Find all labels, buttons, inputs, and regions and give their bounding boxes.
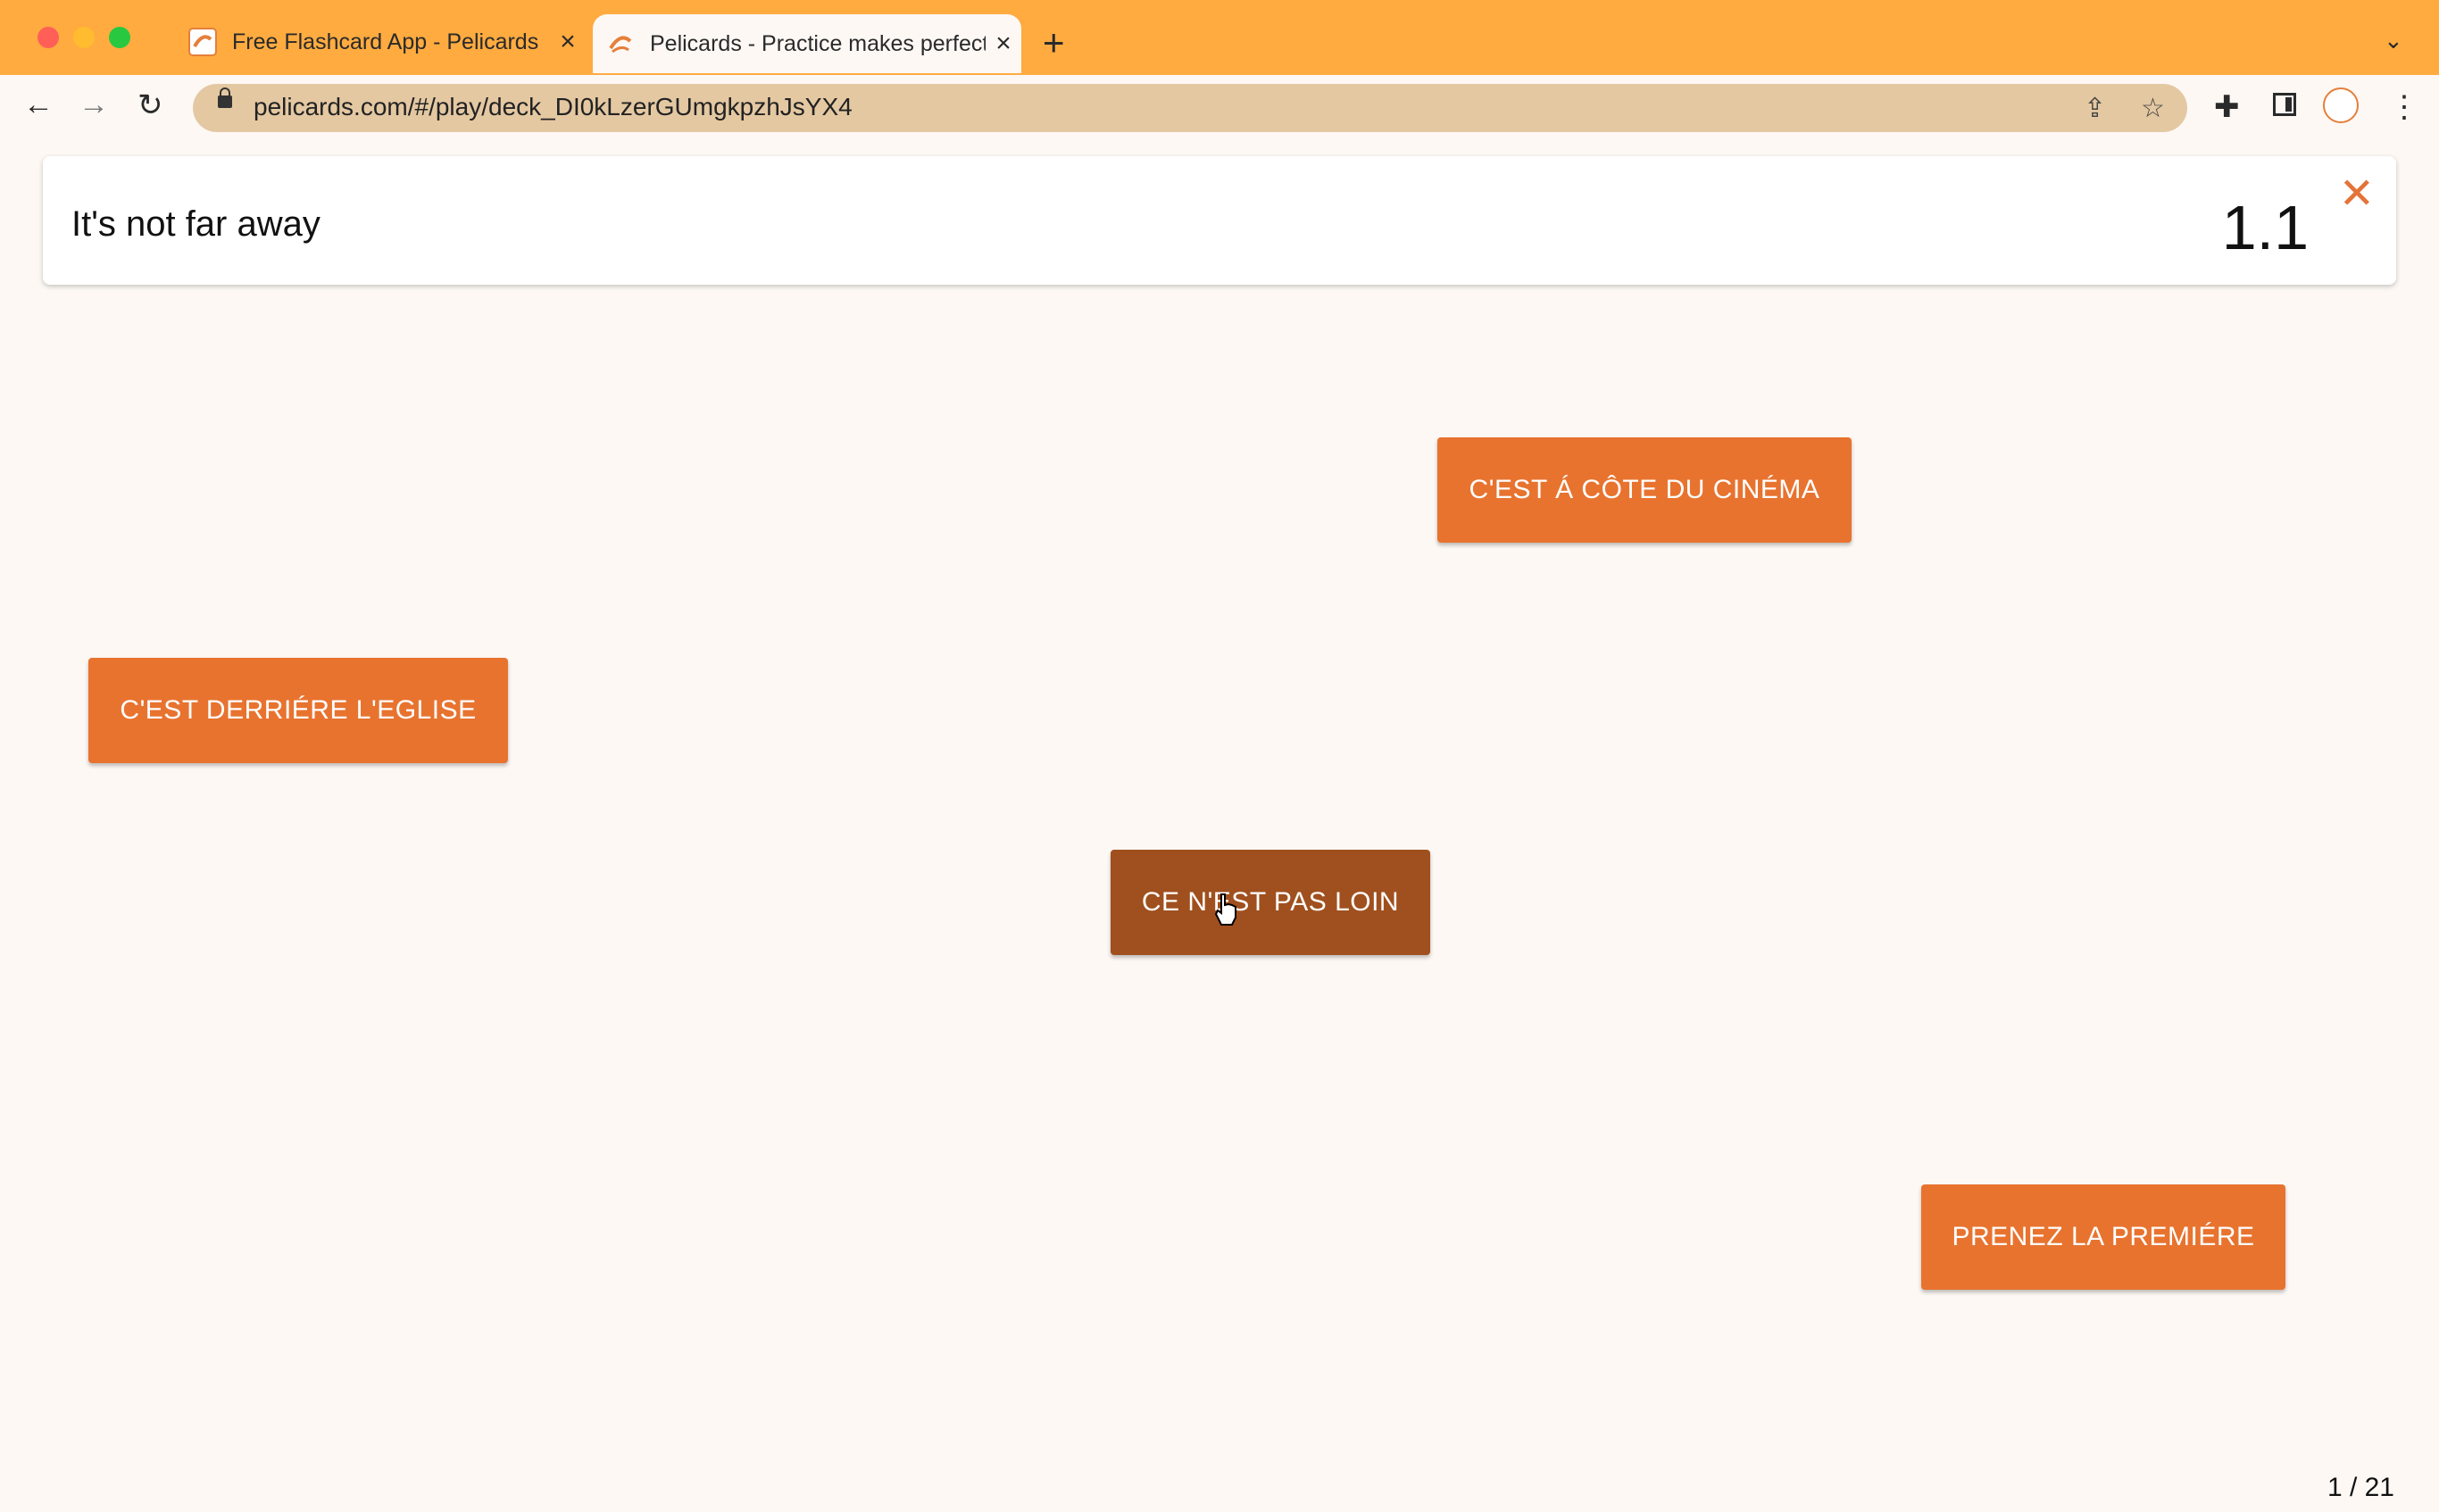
reload-icon[interactable]: ↻ [137,87,163,123]
answer-button[interactable]: PRENEZ LA PREMIÉRE [1921,1184,2285,1290]
pointer-hand-icon [1214,893,1236,926]
level-indicator: 1.1 [2221,193,2309,262]
minimize-window-button[interactable] [73,27,95,48]
lock-icon [218,87,232,108]
chevron-down-icon[interactable]: ⌄ [2384,27,2403,54]
forward-arrow-icon[interactable]: → [79,87,109,122]
question-card: It's not far away 1.1 ✕ [43,156,2396,285]
menu-kebab-icon[interactable]: ⋮ [2389,89,2419,125]
pelicards-favicon-icon [609,36,632,54]
back-arrow-icon[interactable]: ← [23,87,54,122]
close-icon[interactable]: ✕ [2339,169,2375,219]
answer-button[interactable]: C'EST DERRIÉRE L'EGLISE [88,658,508,763]
bookmark-star-icon[interactable]: ☆ [2141,93,2165,124]
close-window-button[interactable] [37,27,59,48]
close-tab-icon[interactable]: × [550,27,586,57]
tab-title: Pelicards - Practice makes perfect [650,30,986,56]
progress-counter: 1 / 21 [2327,1473,2394,1502]
play-area: It's not far away 1.1 ✕ C'EST Á CÔTE DU … [0,140,2439,1512]
answer-button[interactable]: CE N'EST PAS LOIN [1111,850,1430,955]
profile-avatar[interactable] [2323,87,2359,123]
tab-title: Free Flashcard App - Pelicards [232,29,539,54]
new-tab-icon[interactable]: + [1043,21,1065,64]
extensions-puzzle-icon[interactable]: ✚ [2214,89,2240,125]
close-tab-icon[interactable]: × [986,29,1021,59]
url-text[interactable]: pelicards.com/#/play/deck_DI0kLzerGUmgkp… [254,93,853,121]
browser-tab-active[interactable]: Pelicards - Practice makes perfect × [593,14,1021,73]
side-panel-icon[interactable] [2273,93,2296,116]
browser-tab[interactable]: Free Flashcard App - Pelicards × [175,14,586,70]
answer-button[interactable]: C'EST Á CÔTE DU CINÉMA [1437,437,1852,543]
share-icon[interactable]: ⇪ [2084,93,2106,124]
maximize-window-button[interactable] [109,27,130,48]
pelicards-favicon-icon [188,28,217,56]
question-prompt: It's not far away [71,204,320,244]
